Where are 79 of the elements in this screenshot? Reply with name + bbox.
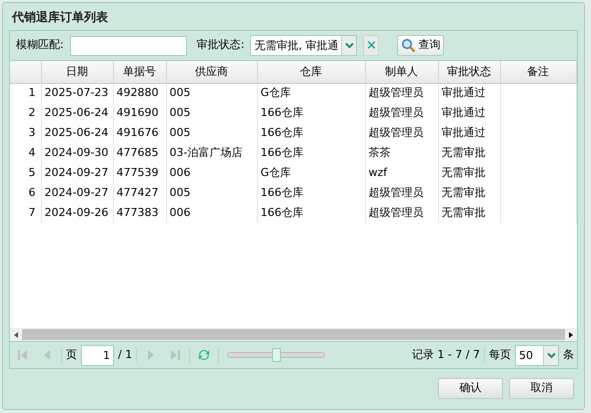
table-cell: 审批通过 xyxy=(438,123,500,143)
table-cell: 超级管理员 xyxy=(365,83,438,103)
table-cell: 477685 xyxy=(113,143,166,163)
table-cell: 006 xyxy=(166,203,257,223)
column-header[interactable]: 制单人 xyxy=(365,61,438,83)
table-cell: 超级管理员 xyxy=(365,103,438,123)
row-number: 2 xyxy=(10,103,41,123)
table-cell: 审批通过 xyxy=(438,83,500,103)
last-page-icon[interactable] xyxy=(168,348,182,362)
row-number: 6 xyxy=(10,183,41,203)
table-cell: 审批通过 xyxy=(438,103,500,123)
chevron-down-icon xyxy=(344,42,354,49)
table-cell: G仓库 xyxy=(257,83,365,103)
filter-label: 审批状态: xyxy=(196,37,244,54)
slider-thumb[interactable] xyxy=(272,348,282,362)
page-label: 页 xyxy=(66,346,77,363)
table-cell: 超级管理员 xyxy=(365,203,438,223)
row-number: 7 xyxy=(10,203,41,223)
table-cell: 005 xyxy=(166,103,257,123)
table-cell: 166仓库 xyxy=(257,103,365,123)
dialog-button[interactable]: 确认 xyxy=(438,378,503,399)
table-cell: 茶茶 xyxy=(365,143,438,163)
row-number: 1 xyxy=(10,83,41,103)
row-number: 3 xyxy=(10,123,41,143)
table-cell: 005 xyxy=(166,123,257,143)
per-page-unit: 条 xyxy=(563,346,574,363)
column-header[interactable]: 日期 xyxy=(41,61,113,83)
table-cell: 491690 xyxy=(113,103,166,123)
filter-label: 模糊匹配: xyxy=(16,37,64,54)
column-header[interactable]: 供应商 xyxy=(166,61,257,83)
table-cell: 2025-07-23 xyxy=(41,83,113,103)
table-cell: 477539 xyxy=(113,163,166,183)
search-icon xyxy=(401,38,416,53)
table-cell: 166仓库 xyxy=(257,123,365,143)
dialog-button[interactable]: 取消 xyxy=(509,378,574,399)
page-field[interactable]: 1 xyxy=(81,344,114,366)
table-cell: 无需审批 xyxy=(438,203,500,223)
table-cell: 超级管理员 xyxy=(365,183,438,203)
table-cell: 2024-09-26 xyxy=(41,203,113,223)
table-cell: 491676 xyxy=(113,123,166,143)
table-cell: 超级管理员 xyxy=(365,123,438,143)
table-cell: 2025-06-24 xyxy=(41,103,113,123)
table-cell: 006 xyxy=(166,163,257,183)
table-cell: 无需审批 xyxy=(438,143,500,163)
page-total: / 1 xyxy=(118,346,132,363)
per-page-dropdown[interactable]: 50 xyxy=(515,344,559,366)
table-cell: 2024-09-27 xyxy=(41,163,113,183)
table-cell: 492880 xyxy=(113,83,166,103)
table-cell: 477383 xyxy=(113,203,166,223)
column-header[interactable]: 单据号 xyxy=(113,61,166,83)
row-number: 4 xyxy=(10,143,41,163)
first-page-icon[interactable] xyxy=(16,348,30,362)
table-cell: 2024-09-27 xyxy=(41,183,113,203)
table-cell: 2024-09-30 xyxy=(41,143,113,163)
table-cell: 477427 xyxy=(113,183,166,203)
window-title: 代销退库订单列表 xyxy=(10,9,109,26)
table-cell: 2025-06-24 xyxy=(41,123,113,143)
table-cell: G仓库 xyxy=(257,163,365,183)
column-header[interactable]: 审批状态 xyxy=(438,61,500,83)
refresh-icon[interactable] xyxy=(197,348,212,362)
column-header[interactable]: 备注 xyxy=(500,61,576,83)
table-cell: 03-泊富广场店 xyxy=(166,143,257,163)
table-cell: 166仓库 xyxy=(257,143,365,163)
record-count: 记录 1 - 7 / 7 xyxy=(412,346,480,363)
table-cell: 166仓库 xyxy=(257,183,365,203)
horizontal-scrollbar[interactable] xyxy=(10,328,577,341)
per-page-label: 每页 xyxy=(489,346,511,363)
table-cell: 无需审批 xyxy=(438,183,500,203)
query-button[interactable]: 查询 xyxy=(397,35,444,56)
row-number: 5 xyxy=(10,163,41,183)
table-cell: 005 xyxy=(166,83,257,103)
table-cell: 166仓库 xyxy=(257,203,365,223)
search-field[interactable] xyxy=(70,36,187,56)
table-cell: wzf xyxy=(365,163,438,183)
table-cell: 无需审批 xyxy=(438,163,500,183)
table-cell: 005 xyxy=(166,183,257,203)
status-dropdown[interactable]: 无需审批, 审批通 xyxy=(250,35,358,56)
chevron-down-icon xyxy=(546,352,556,358)
column-header[interactable]: 仓库 xyxy=(257,61,365,83)
